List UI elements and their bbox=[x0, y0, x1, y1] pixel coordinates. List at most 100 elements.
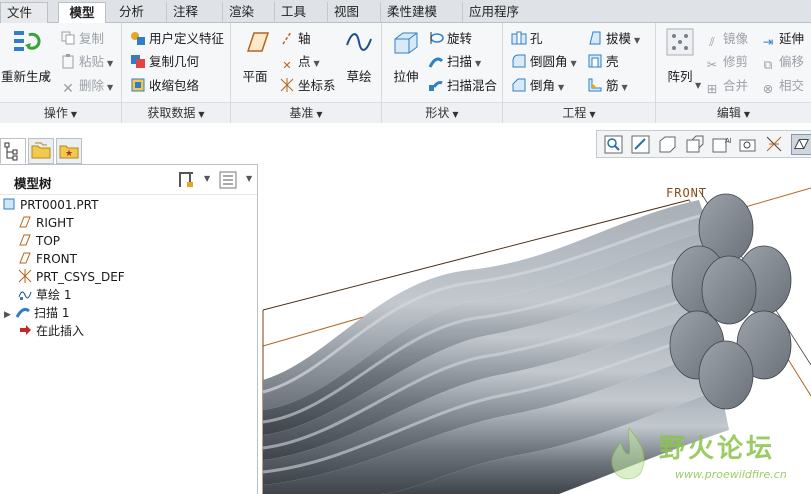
group-footer-engineering[interactable]: 工程 ▼ bbox=[503, 102, 655, 123]
axis-button[interactable]: 轴 bbox=[279, 29, 311, 49]
tab-file[interactable]: 文件▼ bbox=[0, 2, 48, 39]
extend-label: 延伸 bbox=[779, 31, 805, 46]
graphics-viewport[interactable]: FRONT 野火论坛 www.proewildfire.cn bbox=[259, 160, 811, 494]
plane-label: 平面 bbox=[242, 69, 268, 84]
group-footer-shapes[interactable]: 形状 ▼ bbox=[382, 102, 502, 123]
display-style-button[interactable] bbox=[791, 134, 811, 155]
intersect-button[interactable]: ⊗ 相交 bbox=[760, 76, 804, 96]
offset-button[interactable]: ⧉ 偏移 bbox=[760, 52, 804, 72]
zoom-out-button[interactable] bbox=[657, 134, 678, 155]
sweep-button[interactable]: 扫描 ▼ bbox=[428, 52, 481, 72]
mirror-button[interactable]: ⫽ 镜像 bbox=[704, 29, 748, 49]
plane-button[interactable]: 平面 bbox=[235, 27, 275, 85]
copy-button[interactable]: 复制 bbox=[60, 29, 104, 49]
model-tree-icon bbox=[4, 142, 18, 161]
zoom-in-button[interactable] bbox=[630, 134, 651, 155]
svg-text:AB: AB bbox=[725, 137, 731, 145]
chevron-down-icon[interactable]: ▼ bbox=[695, 81, 701, 90]
chamfer-button[interactable]: 倒角 ▼ bbox=[511, 76, 564, 96]
tree-item-sweep[interactable]: ▶ 扫描 1 bbox=[4, 304, 69, 322]
chevron-down-icon[interactable]: ▼ bbox=[43, 73, 49, 82]
merge-button[interactable]: ⊞ 合并 bbox=[704, 76, 748, 96]
saved-orientations-button[interactable]: AB bbox=[710, 134, 735, 155]
copy-icon bbox=[60, 30, 76, 46]
tree-item-sketch[interactable]: 草绘 1 bbox=[18, 286, 71, 304]
hole-button[interactable]: 孔 bbox=[511, 29, 543, 49]
tab-tools[interactable]: 工具 bbox=[274, 2, 312, 23]
shell-label: 壳 bbox=[606, 54, 619, 69]
tab-favorites[interactable]: ★ bbox=[56, 138, 82, 164]
repaint-button[interactable] bbox=[684, 134, 705, 155]
paste-button[interactable]: 粘贴 ▼ bbox=[60, 52, 113, 72]
expand-arrow-icon[interactable]: ▶ bbox=[4, 306, 16, 324]
show-button[interactable] bbox=[218, 170, 238, 190]
draft-label: 拔模 bbox=[606, 31, 632, 46]
copy-geometry-button[interactable]: 复制几何 bbox=[130, 52, 199, 72]
tree-item-part[interactable]: PRT0001.PRT bbox=[2, 196, 98, 214]
extend-button[interactable]: ⇥ 延伸 bbox=[760, 29, 804, 49]
chevron-down-icon[interactable]: ▼ bbox=[246, 174, 252, 183]
shading-icon bbox=[793, 139, 810, 150]
delete-button[interactable]: ✕ 删除 ▼ bbox=[60, 76, 113, 97]
tab-flexible-modeling[interactable]: 柔性建模 bbox=[380, 2, 443, 23]
shapes-footer-label: 形状 bbox=[425, 106, 450, 120]
tree-item-top[interactable]: TOP bbox=[18, 232, 60, 250]
group-footer-operations[interactable]: 操作 ▼ bbox=[0, 102, 121, 123]
csys-label: 坐标系 bbox=[298, 78, 336, 93]
draft-icon bbox=[587, 30, 603, 46]
round-button[interactable]: 倒圆角 ▼ bbox=[511, 52, 577, 72]
rib-button[interactable]: 筋 ▼ bbox=[587, 76, 628, 96]
paste-label: 粘贴 bbox=[79, 54, 105, 69]
sketch-button[interactable]: 草绘 bbox=[339, 27, 379, 85]
graphics-toolbar: AB bbox=[596, 130, 811, 158]
csys-button[interactable]: 坐标系 bbox=[279, 76, 336, 96]
tree-item-insert-here[interactable]: 在此插入 bbox=[18, 322, 84, 340]
point-icon: ✕ bbox=[282, 59, 292, 72]
shrinkwrap-icon bbox=[130, 77, 146, 93]
tab-model-tree[interactable] bbox=[0, 138, 26, 164]
tab-folder-browser[interactable] bbox=[28, 138, 54, 164]
merge-icon: ⊞ bbox=[706, 81, 718, 96]
group-footer-get-data[interactable]: 获取数据 ▼ bbox=[122, 102, 230, 123]
draft-button[interactable]: 拔模 ▼ bbox=[587, 29, 640, 49]
chamfer-label: 倒角 bbox=[530, 78, 556, 93]
point-button[interactable]: ✕ 点 ▼ bbox=[279, 52, 319, 72]
datum-display-button[interactable] bbox=[764, 134, 785, 155]
group-footer-datum[interactable]: 基准 ▼ bbox=[231, 102, 381, 123]
tab-render[interactable]: 渲染 bbox=[222, 2, 260, 23]
tab-applications[interactable]: 应用程序 bbox=[462, 2, 525, 23]
round-icon bbox=[511, 53, 527, 69]
tab-model[interactable]: 模型 bbox=[58, 2, 106, 24]
pattern-button[interactable]: 阵列 bbox=[660, 27, 700, 85]
shell-icon bbox=[587, 53, 603, 69]
intersect-label: 相交 bbox=[779, 78, 805, 93]
csys-icon bbox=[279, 77, 295, 93]
revolve-button[interactable]: 旋转 bbox=[428, 29, 472, 49]
trim-button[interactable]: ✂ 修剪 bbox=[704, 52, 748, 72]
group-footer-editing[interactable]: 编辑 ▼ bbox=[656, 102, 811, 123]
shrinkwrap-button[interactable]: 收缩包络 bbox=[130, 76, 199, 96]
hole-icon bbox=[511, 30, 527, 46]
tree-item-right[interactable]: RIGHT bbox=[18, 214, 74, 232]
settings-button[interactable] bbox=[176, 170, 196, 190]
tab-view[interactable]: 视图 bbox=[327, 2, 365, 23]
swept-blend-button[interactable]: 扫描混合 bbox=[428, 76, 497, 96]
tree-item-csys[interactable]: PRT_CSYS_DEF bbox=[18, 268, 125, 286]
extrude-button[interactable]: 拉伸 bbox=[386, 27, 426, 85]
udf-button[interactable]: 用户定义特征 bbox=[130, 29, 224, 49]
shell-button[interactable]: 壳 bbox=[587, 52, 619, 72]
view-manager-button[interactable] bbox=[737, 134, 758, 155]
hole-label: 孔 bbox=[530, 31, 543, 46]
tab-analysis[interactable]: 分析 bbox=[113, 2, 150, 23]
tab-annotate[interactable]: 注释 bbox=[166, 2, 204, 23]
chevron-down-icon[interactable]: ▼ bbox=[204, 174, 210, 183]
tree-item-label: 草绘 1 bbox=[36, 288, 72, 302]
watermark: 野火论坛 www.proewildfire.cn bbox=[601, 424, 811, 494]
tree-item-front[interactable]: FRONT bbox=[18, 250, 77, 268]
get-data-footer-label: 获取数据 bbox=[147, 106, 196, 120]
flame-logo-icon bbox=[611, 426, 645, 480]
tab-file-label: 文件 bbox=[7, 5, 33, 20]
camera-icon bbox=[739, 139, 756, 152]
refit-button[interactable] bbox=[603, 134, 624, 155]
group-shapes: 拉伸 旋转 扫描 ▼ 扫描混合 形状 ▼ bbox=[382, 23, 503, 123]
